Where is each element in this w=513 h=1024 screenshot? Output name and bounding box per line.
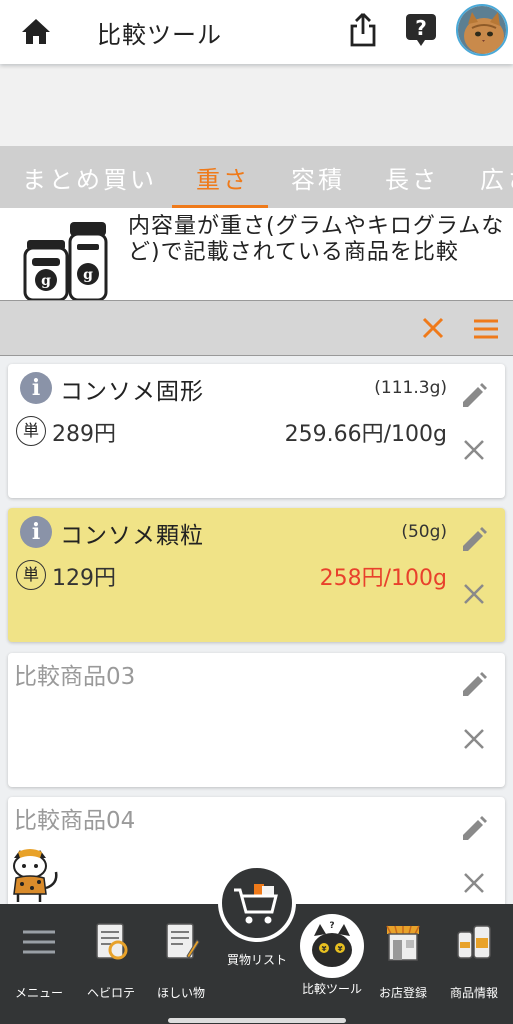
product-price: 129円 [52, 566, 116, 591]
delete-icon[interactable] [462, 438, 486, 462]
product-card-1[interactable]: i コンソメ固形 (111.3g) 単 289円 259.66円/100g [8, 364, 505, 498]
edit-icon[interactable] [460, 526, 488, 554]
user-avatar[interactable] [456, 4, 508, 56]
product-name: コンソメ固形 [60, 379, 204, 405]
nav-product-info-label: 商品情報 [449, 986, 498, 1000]
shopping-list-label: 買物リスト [226, 953, 287, 967]
product-card-3[interactable]: 比較商品03 [8, 653, 505, 787]
nav-compare-label: 比較ツール [301, 982, 362, 996]
svg-text:?: ? [415, 16, 427, 40]
unit-price-badge: 単 [16, 416, 46, 446]
shopping-list-button[interactable] [218, 864, 296, 942]
store-icon [386, 925, 420, 961]
product-placeholder: 比較商品03 [14, 664, 136, 690]
edit-icon[interactable] [460, 815, 488, 843]
weight-jars-icon: g g [23, 222, 108, 302]
share-icon[interactable] [347, 12, 379, 48]
mode-description-text: 内容量が重さ(グラムやキログラムなど)で記載されている商品を比較 [128, 214, 505, 265]
nav-menu[interactable]: メニュー [8, 920, 70, 1001]
clear-all-icon[interactable] [420, 315, 446, 341]
unit-tabs: まとめ買い 重さ 容積 長さ 広さ [0, 146, 513, 208]
product-quantity: (50g) [401, 522, 447, 542]
nav-wishlist[interactable]: ほしい物 [150, 920, 212, 1001]
product-card-2[interactable]: i コンソメ顆粒 (50g) 単 129円 258円/100g [8, 508, 505, 642]
tab-length[interactable]: 長さ [385, 160, 439, 195]
active-tab-indicator [172, 205, 268, 208]
nav-store-label: お店登録 [378, 986, 427, 1000]
home-icon[interactable] [20, 16, 52, 46]
tab-weight[interactable]: 重さ [196, 160, 250, 195]
product-quantity: (111.3g) [374, 378, 447, 398]
compare-active-indicator[interactable]: ¥ ¥ ? [300, 914, 364, 978]
edit-icon[interactable] [460, 382, 488, 410]
help-icon[interactable]: ? [405, 13, 437, 47]
tab-volume[interactable]: 容積 [291, 160, 345, 195]
svg-text:g: g [83, 267, 93, 283]
hamburger-menu-icon [23, 930, 55, 954]
nav-wishlist-label: ほしい物 [156, 986, 205, 1000]
price-per-100g: 258円/100g [319, 566, 447, 591]
compare-cat-icon: ¥ ¥ ? [312, 921, 352, 967]
repeat-list-icon [96, 923, 128, 960]
edit-icon[interactable] [460, 671, 488, 699]
tab-bulk-buy[interactable]: まとめ買い [22, 160, 157, 195]
nav-hebirote[interactable]: ヘビロテ [80, 920, 142, 1001]
wishlist-icon [166, 923, 200, 959]
product-name: コンソメ顆粒 [60, 523, 204, 549]
info-icon[interactable]: i [20, 516, 52, 548]
product-info-icon [457, 925, 491, 959]
delete-icon[interactable] [462, 727, 486, 751]
list-menu-icon[interactable] [472, 317, 500, 341]
nav-menu-label: メニュー [14, 986, 63, 1000]
svg-text:¥: ¥ [338, 945, 343, 953]
shopping-cart-icon [234, 884, 278, 924]
page-title: 比較ツール [97, 21, 222, 49]
product-price: 289円 [52, 422, 116, 447]
nav-product-info[interactable]: 商品情報 [443, 920, 505, 1001]
unit-price-badge: 単 [16, 560, 46, 590]
mascot-cat-icon [13, 849, 58, 902]
product-placeholder: 比較商品04 [14, 808, 136, 834]
nav-hebirote-label: ヘビロテ [86, 986, 135, 1000]
ad-area [0, 66, 513, 146]
info-icon[interactable]: i [20, 372, 52, 404]
price-per-100g: 259.66円/100g [284, 422, 447, 447]
app-header: 比較ツール ? [0, 0, 513, 64]
system-home-bar[interactable] [168, 1018, 346, 1023]
list-toolbar [0, 300, 513, 356]
delete-icon[interactable] [462, 582, 486, 606]
nav-store[interactable]: お店登録 [372, 920, 434, 1001]
mode-description: g g 内容量が重さ(グラムやキログラムなど)で記載されている商品を比較 [0, 208, 513, 302]
svg-text:g: g [41, 273, 51, 289]
svg-text:?: ? [329, 921, 334, 931]
svg-text:¥: ¥ [322, 945, 327, 953]
tab-area[interactable]: 広さ [480, 160, 513, 195]
delete-icon[interactable] [462, 871, 486, 895]
